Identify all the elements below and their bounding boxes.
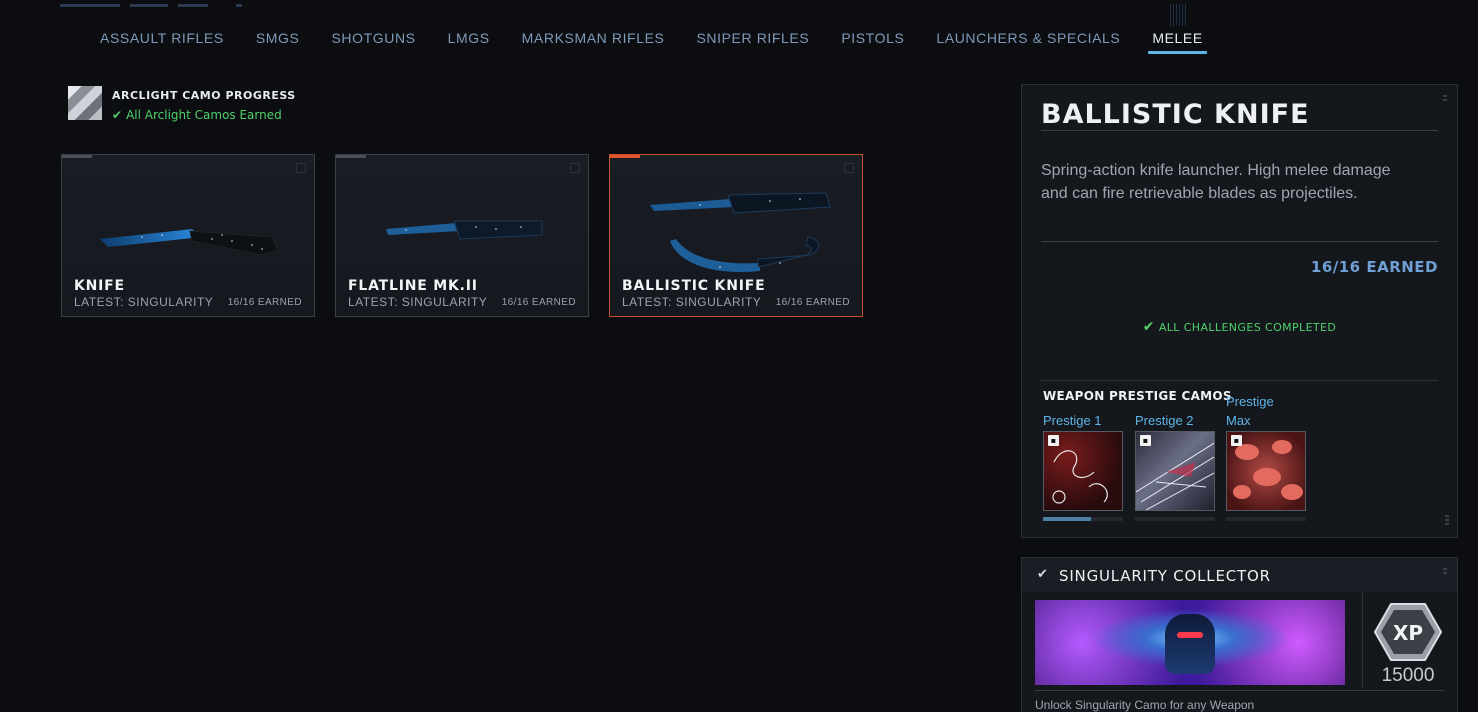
- weapon-category-tabs: ASSAULT RIFLES SMGS SHOTGUNS LMGS MARKSM…: [84, 4, 1219, 54]
- panel-grip-decoration: [1443, 95, 1447, 103]
- challenge-card[interactable]: ✔ SINGULARITY COLLECTOR XP 15000 Unlock …: [1021, 557, 1458, 712]
- prestige-progress-bar: [1226, 517, 1306, 521]
- tab-smgs[interactable]: SMGS: [240, 24, 316, 54]
- pin-icon: [570, 163, 580, 173]
- challenge-title: SINGULARITY COLLECTOR: [1059, 567, 1271, 585]
- top-decoration: [60, 0, 260, 10]
- divider: [1035, 690, 1444, 691]
- ballistic-knife-weapon-image: [650, 192, 831, 272]
- xp-badge-icon: XP: [1374, 603, 1442, 661]
- divider: [1041, 130, 1438, 131]
- challenges-completed-status: ✔ ALL CHALLENGES COMPLETED: [1142, 319, 1337, 335]
- prestige-camos-title: WEAPON PRESTIGE CAMOS: [1043, 389, 1232, 403]
- prestige-progress-bar: [1135, 517, 1215, 521]
- detail-title: BALLISTIC KNIFE: [1041, 99, 1310, 130]
- prestige-camo-max[interactable]: Prestige Max ▪: [1226, 392, 1308, 521]
- tab-sniper-rifles[interactable]: SNIPER RIFLES: [680, 24, 825, 54]
- tab-pistols[interactable]: PISTOLS: [825, 24, 920, 54]
- weapon-card-latest: LATEST: SINGULARITY: [74, 295, 214, 309]
- detail-earned-count: 16/16 EARNED: [1310, 258, 1438, 276]
- panel-grip-decoration: [1443, 568, 1447, 576]
- prestige-label: Prestige 1: [1043, 413, 1102, 428]
- challenge-reward-banner-image: [1035, 600, 1345, 685]
- prestige-camo-tile: ▪: [1135, 431, 1215, 511]
- challenge-description: Unlock Singularity Camo for any Weapon: [1035, 698, 1255, 712]
- scroll-grip-decoration: [1445, 515, 1449, 527]
- tab-assault-rifles[interactable]: ASSAULT RIFLES: [84, 24, 240, 54]
- tab-melee[interactable]: MELEE: [1136, 4, 1218, 54]
- check-icon: ✔: [1037, 567, 1048, 582]
- weapon-card-earned: 16/16 EARNED: [227, 297, 302, 308]
- card-corner-marker: [610, 155, 640, 158]
- weapon-detail-panel: BALLISTIC KNIFE Spring-action knife laun…: [1021, 84, 1458, 538]
- check-icon: ✔: [1142, 319, 1155, 335]
- prestige-progress-bar: [1043, 517, 1123, 521]
- weapon-card-knife[interactable]: KNIFE LATEST: SINGULARITY 16/16 EARNED: [61, 154, 315, 317]
- weapon-card-name: FLATLINE MK.II: [348, 278, 478, 294]
- prestige-label: Prestige Max: [1226, 394, 1274, 428]
- lock-icon: ▪: [1140, 435, 1151, 446]
- weapon-card-latest: LATEST: SINGULARITY: [348, 295, 488, 309]
- pin-icon: [844, 163, 854, 173]
- prestige-progress-fill: [1043, 517, 1091, 521]
- xp-badge-label: XP: [1393, 621, 1423, 645]
- prestige-camo-tile: ▪: [1226, 431, 1306, 511]
- arclight-camo-progress: ARCLIGHT CAMO PROGRESS ✔ All Arclight Cam…: [68, 86, 296, 122]
- weapon-card-earned: 16/16 EARNED: [501, 297, 576, 308]
- detail-description: Spring-action knife launcher. High melee…: [1041, 162, 1391, 202]
- divider: [1362, 592, 1363, 688]
- weapon-card-name: BALLISTIC KNIFE: [622, 278, 766, 294]
- lock-icon: ▪: [1048, 435, 1059, 446]
- weapon-card-earned: 16/16 EARNED: [775, 297, 850, 308]
- arclight-camo-thumbnail: [68, 86, 102, 120]
- arclight-title: ARCLIGHT CAMO PROGRESS: [112, 89, 296, 102]
- tab-marksman-rifles[interactable]: MARKSMAN RIFLES: [506, 24, 681, 54]
- tab-shotguns[interactable]: SHOTGUNS: [315, 24, 431, 54]
- xp-reward-value: 15000: [1381, 665, 1435, 686]
- prestige-camo-1[interactable]: Prestige 1 ▪: [1043, 411, 1125, 521]
- challenge-header: ✔ SINGULARITY COLLECTOR: [1022, 558, 1457, 592]
- prestige-label: Prestige 2: [1135, 413, 1194, 428]
- weapon-card-ballistic-knife[interactable]: BALLISTIC KNIFE LATEST: SINGULARITY 16/1…: [609, 154, 863, 317]
- tab-launchers-specials[interactable]: LAUNCHERS & SPECIALS: [920, 24, 1136, 54]
- divider: [1041, 241, 1438, 242]
- divider: [1041, 380, 1438, 381]
- weapon-card-flatline-mk2[interactable]: FLATLINE MK.II LATEST: SINGULARITY 16/16…: [335, 154, 589, 317]
- pin-icon: [296, 163, 306, 173]
- weapon-card-list: KNIFE LATEST: SINGULARITY 16/16 EARNED F…: [61, 154, 883, 317]
- tab-lmgs[interactable]: LMGS: [432, 24, 506, 54]
- knife-weapon-image: [100, 229, 279, 256]
- weapon-card-name: KNIFE: [74, 278, 125, 294]
- weapon-card-latest: LATEST: SINGULARITY: [622, 295, 762, 309]
- card-corner-marker: [62, 155, 92, 158]
- arclight-status: ✔ All Arclight Camos Earned: [112, 108, 282, 122]
- prestige-camo-tile: ▪: [1043, 431, 1123, 511]
- card-corner-marker: [336, 155, 366, 158]
- prestige-camo-2[interactable]: Prestige 2 ▪: [1135, 411, 1217, 521]
- lock-icon: ▪: [1231, 435, 1242, 446]
- flatline-weapon-image: [386, 220, 543, 240]
- check-icon: ✔: [112, 108, 123, 122]
